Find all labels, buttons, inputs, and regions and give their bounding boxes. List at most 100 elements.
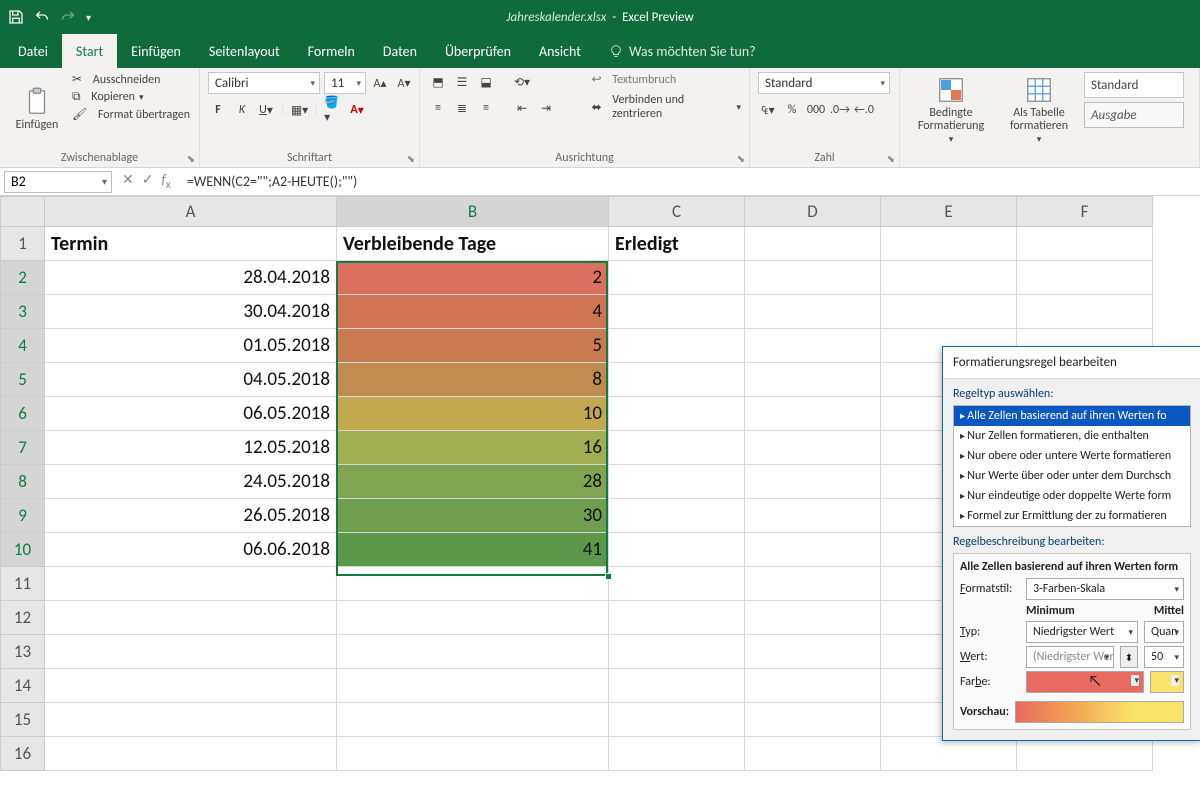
- comma-format-icon[interactable]: 000: [806, 100, 826, 120]
- cell[interactable]: [745, 227, 881, 261]
- range-picker-icon[interactable]: ⬍: [1120, 646, 1138, 668]
- dialog-launcher-icon[interactable]: ⬊: [407, 152, 415, 165]
- align-middle-icon[interactable]: ☰: [452, 72, 472, 92]
- cell[interactable]: [609, 431, 745, 465]
- cell[interactable]: [45, 601, 337, 635]
- rule-option[interactable]: Nur obere oder untere Werte formatieren: [954, 446, 1190, 466]
- cell[interactable]: [609, 261, 745, 295]
- row-header[interactable]: 11: [1, 567, 45, 601]
- column-header[interactable]: C: [609, 197, 745, 227]
- cell[interactable]: [745, 703, 881, 737]
- cell[interactable]: 01.05.2018: [45, 329, 337, 363]
- cell[interactable]: [45, 737, 337, 771]
- cell[interactable]: 04.05.2018: [45, 363, 337, 397]
- cell[interactable]: [1017, 295, 1153, 329]
- column-header[interactable]: B: [337, 197, 609, 227]
- cell[interactable]: [337, 669, 609, 703]
- decrease-decimal-icon[interactable]: ←.0: [854, 100, 874, 120]
- cell[interactable]: [609, 499, 745, 533]
- cut-button[interactable]: ✂ Ausschneiden: [72, 72, 160, 87]
- dialog-launcher-icon[interactable]: ⬊: [737, 152, 745, 165]
- row-header[interactable]: 13: [1, 635, 45, 669]
- cell[interactable]: 24.05.2018: [45, 465, 337, 499]
- wrap-text-button[interactable]: ↩ Textumbruch: [592, 72, 677, 87]
- decrease-indent-icon[interactable]: ⇤: [512, 98, 532, 118]
- cell[interactable]: [745, 533, 881, 567]
- cell[interactable]: [609, 533, 745, 567]
- cell[interactable]: Erledigt: [609, 227, 745, 261]
- column-header[interactable]: A: [45, 197, 337, 227]
- rule-option[interactable]: Alle Zellen basierend auf ihren Werten f…: [954, 406, 1190, 426]
- tell-me[interactable]: Was möchten Sie tun?: [595, 34, 756, 68]
- fx-icon[interactable]: fx: [161, 171, 170, 192]
- align-top-icon[interactable]: ⬒: [428, 72, 448, 92]
- cell[interactable]: 10: [337, 397, 609, 431]
- cell[interactable]: [337, 703, 609, 737]
- conditional-formatting-button[interactable]: Bedingte Formatierung▾: [908, 72, 994, 148]
- row-header[interactable]: 4: [1, 329, 45, 363]
- cell[interactable]: 5: [337, 329, 609, 363]
- cell[interactable]: [609, 601, 745, 635]
- cell[interactable]: [609, 329, 745, 363]
- cell[interactable]: 30.04.2018: [45, 295, 337, 329]
- increase-font-icon[interactable]: A▴: [370, 73, 390, 93]
- cell[interactable]: 4: [337, 295, 609, 329]
- min-type-select[interactable]: Niedrigster Wert: [1026, 621, 1138, 643]
- row-header[interactable]: 2: [1, 261, 45, 295]
- font-name-combo[interactable]: Calibri: [208, 72, 320, 94]
- row-header[interactable]: 15: [1, 703, 45, 737]
- cell[interactable]: [745, 431, 881, 465]
- tab-daten[interactable]: Daten: [369, 34, 431, 68]
- cell[interactable]: 41: [337, 533, 609, 567]
- format-as-table-button[interactable]: Als Tabelle formatieren▾: [1000, 72, 1078, 148]
- cell[interactable]: [881, 295, 1017, 329]
- rule-option[interactable]: Formel zur Ermittlung der zu formatieren: [954, 506, 1190, 526]
- tab-start[interactable]: Start: [62, 34, 117, 68]
- cell[interactable]: [609, 669, 745, 703]
- row-header[interactable]: 7: [1, 431, 45, 465]
- align-right-icon[interactable]: ≡: [476, 98, 496, 118]
- tab-ansicht[interactable]: Ansicht: [525, 34, 595, 68]
- dialog-launcher-icon[interactable]: ⬊: [887, 152, 895, 165]
- row-header[interactable]: 16: [1, 737, 45, 771]
- save-icon[interactable]: [8, 9, 24, 25]
- cell[interactable]: [45, 703, 337, 737]
- cell[interactable]: [1017, 227, 1153, 261]
- increase-decimal-icon[interactable]: .0→: [830, 100, 850, 120]
- row-header[interactable]: 3: [1, 295, 45, 329]
- paste-button[interactable]: Einfügen: [8, 72, 66, 148]
- cell-style-ausgabe[interactable]: Ausgabe: [1084, 102, 1184, 128]
- row-header[interactable]: 8: [1, 465, 45, 499]
- cell[interactable]: [45, 635, 337, 669]
- underline-button[interactable]: U▾: [256, 100, 276, 120]
- cell[interactable]: [45, 567, 337, 601]
- decrease-font-icon[interactable]: A▾: [394, 73, 414, 93]
- row-header[interactable]: 10: [1, 533, 45, 567]
- tab-datei[interactable]: Datei: [4, 34, 62, 68]
- select-all-corner[interactable]: [1, 197, 45, 227]
- cell[interactable]: [609, 703, 745, 737]
- cell[interactable]: 8: [337, 363, 609, 397]
- row-header[interactable]: 5: [1, 363, 45, 397]
- tab-ueberpruefen[interactable]: Überprüfen: [431, 34, 525, 68]
- cell[interactable]: [337, 601, 609, 635]
- row-header[interactable]: 14: [1, 669, 45, 703]
- row-header[interactable]: 9: [1, 499, 45, 533]
- cell[interactable]: [745, 499, 881, 533]
- cell[interactable]: 26.05.2018: [45, 499, 337, 533]
- qat-customize-icon[interactable]: ▾: [86, 11, 91, 24]
- cell[interactable]: [337, 567, 609, 601]
- merge-center-button[interactable]: ⬌ Verbinden und zentrieren ▾: [592, 93, 742, 121]
- format-style-select[interactable]: 3-Farben-Skala: [1026, 578, 1184, 600]
- cell[interactable]: 12.05.2018: [45, 431, 337, 465]
- cell[interactable]: [609, 295, 745, 329]
- enter-formula-icon[interactable]: ✓: [142, 171, 154, 192]
- cancel-formula-icon[interactable]: ✕: [122, 171, 134, 192]
- cell[interactable]: [745, 669, 881, 703]
- edit-formatting-rule-dialog[interactable]: Formatierungsregel bearbeiten Regeltyp a…: [942, 346, 1200, 741]
- cell[interactable]: [745, 465, 881, 499]
- percent-format-icon[interactable]: %: [782, 100, 802, 120]
- min-value-input[interactable]: (Niedrigster Wert): [1026, 646, 1114, 668]
- cell[interactable]: [1017, 737, 1153, 771]
- cell[interactable]: Termin: [45, 227, 337, 261]
